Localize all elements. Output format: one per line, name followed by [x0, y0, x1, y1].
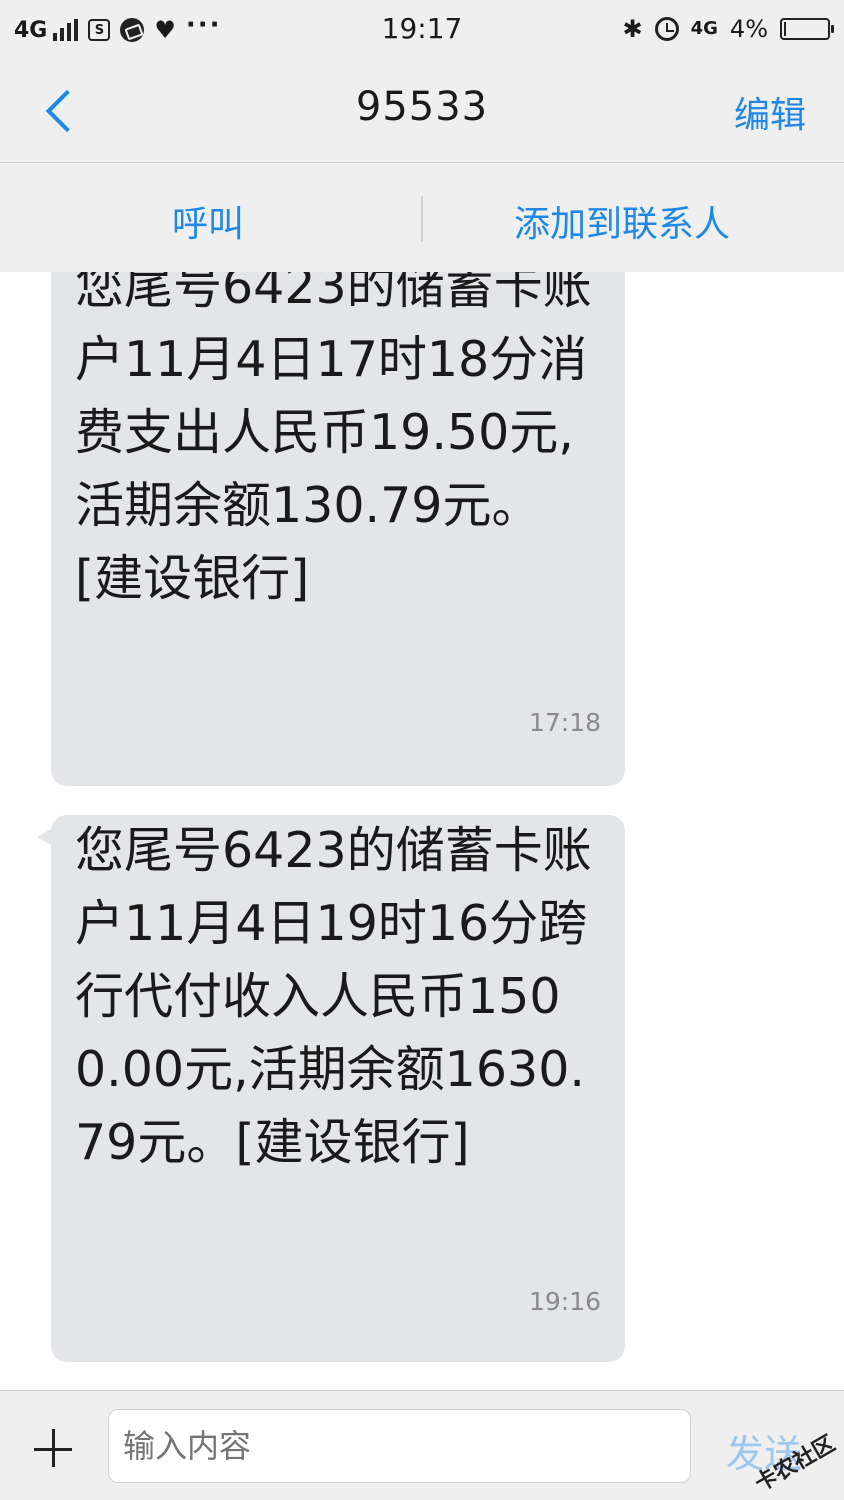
conversation-title: 95533: [355, 84, 489, 130]
battery-icon: [780, 18, 834, 40]
status-bar: 4G S ♥ ··· 19:17 ✱ 4G 4%: [0, 0, 844, 60]
action-separator: [421, 196, 423, 242]
battery-fill: [784, 22, 786, 36]
bluetooth-icon: ✱: [622, 15, 643, 43]
message-input[interactable]: [108, 1409, 691, 1483]
message-time: 19:16: [528, 1287, 601, 1316]
edit-button[interactable]: 编辑: [734, 86, 806, 138]
alarm-icon: [654, 17, 679, 41]
network-type-right: 4G: [690, 18, 718, 39]
message-bubble[interactable]: 您尾号6423的储蓄卡账户11月4日19时16分跨行代付收入人民币1500.00…: [37, 815, 625, 1362]
status-right: ✱ 4G 4%: [622, 12, 834, 46]
message-bubble[interactable]: 您尾号6423的储蓄卡账户11月4日17时18分消费支出人民币19.50元,活期…: [51, 272, 625, 786]
call-button[interactable]: 呼叫: [172, 195, 244, 247]
add-to-contacts-button[interactable]: 添加到联系人: [514, 195, 730, 247]
action-bar: 呼叫 添加到联系人: [0, 163, 844, 272]
battery-percent: 4%: [729, 15, 768, 43]
message-text: 您尾号6423的储蓄卡账户11月4日19时16分跨行代付收入人民币1500.00…: [75, 822, 592, 1171]
message-text: 您尾号6423的储蓄卡账户11月4日17时18分消费支出人民币19.50元,活期…: [75, 272, 592, 607]
nav-bar: 95533 编辑: [0, 60, 844, 162]
message-list[interactable]: 您尾号6423的储蓄卡账户11月4日17时18分消费支出人民币19.50元,活期…: [0, 272, 844, 1390]
composer-bar: 发送 卡农社区: [0, 1390, 844, 1500]
plus-icon[interactable]: [34, 1429, 74, 1469]
message-time: 17:18: [528, 708, 601, 737]
